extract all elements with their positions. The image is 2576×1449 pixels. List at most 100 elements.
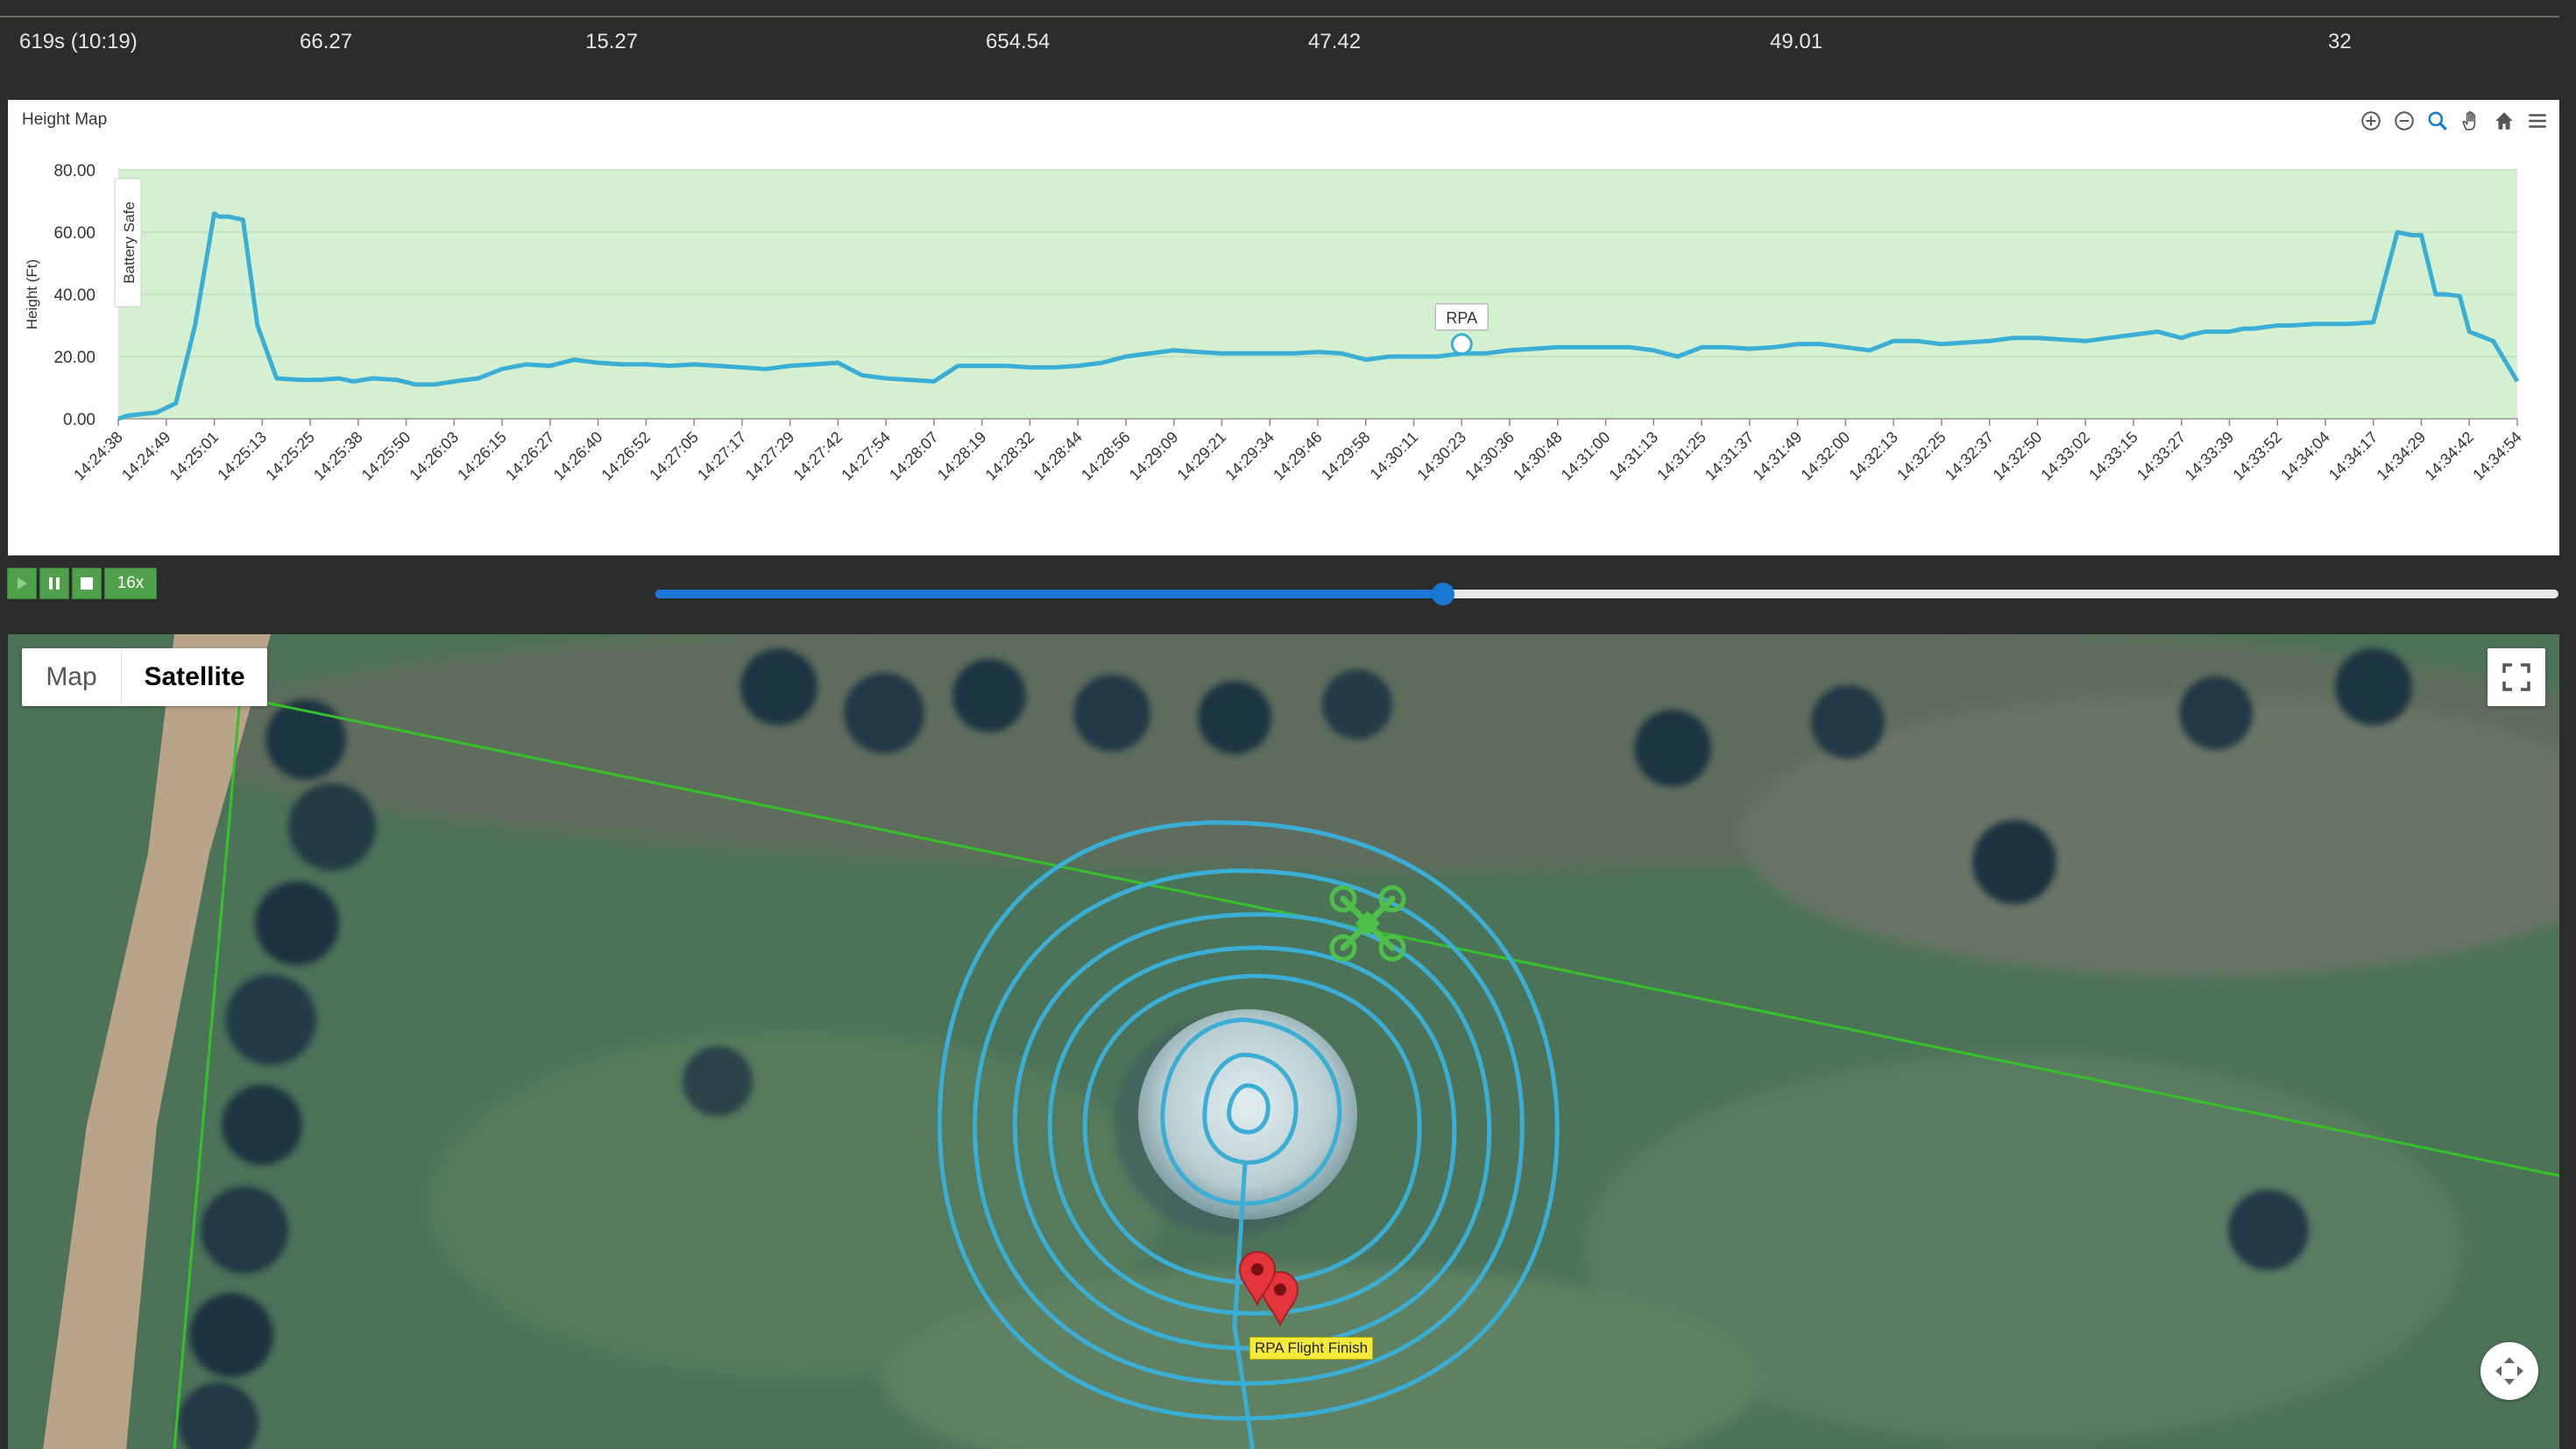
x-tick-label: 14:30:23 <box>1413 428 1469 484</box>
stop-button[interactable] <box>72 568 102 599</box>
fullscreen-button[interactable] <box>2488 648 2545 706</box>
x-tick-label: 14:26:27 <box>502 428 558 484</box>
satellite-map[interactable]: RPA Flight Finish Map Satellite <box>8 634 2559 1449</box>
x-tick-label: 14:30:48 <box>1510 428 1566 484</box>
zoom-in-icon[interactable] <box>2358 108 2384 134</box>
stat-value-6: 49.01 <box>1770 30 1823 53</box>
stat-distance: 654.54 <box>986 30 1051 53</box>
x-tick-label: 14:25:25 <box>262 428 318 484</box>
x-tick-label: 14:25:50 <box>358 428 414 484</box>
x-tick-label: 14:31:13 <box>1605 428 1661 484</box>
x-tick-label: 14:34:17 <box>2325 428 2381 484</box>
water-tank <box>1138 1009 1357 1219</box>
x-tick-label: 14:33:39 <box>2182 428 2238 484</box>
timeline-thumb[interactable] <box>1432 583 1455 605</box>
x-tick-label: 14:25:13 <box>214 428 270 484</box>
x-tick-label: 14:25:38 <box>310 428 366 484</box>
flight-finish-label: RPA Flight Finish <box>1249 1337 1374 1360</box>
height-chart[interactable]: 80.00 60.00 40.00 20.00 0.00 Height (Ft) Batte… <box>8 100 2559 555</box>
x-tick-label: 14:27:29 <box>742 428 798 484</box>
y-tick-label: 40.00 <box>53 286 96 305</box>
x-tick-label: 14:33:15 <box>2085 428 2141 484</box>
x-tick-label: 14:33:02 <box>2037 428 2093 484</box>
zoom-out-icon[interactable] <box>2391 108 2417 134</box>
x-tick-label: 14:32:13 <box>1845 428 1901 484</box>
x-tick-label: 14:32:00 <box>1797 428 1853 484</box>
x-tick-label: 14:28:19 <box>934 428 990 484</box>
x-tick-label: 14:25:01 <box>166 428 223 484</box>
stats-strip: 619s (10:19) 66.27 15.27 654.54 47.42 49… <box>0 0 2576 95</box>
pan-hand-icon[interactable] <box>2458 108 2484 134</box>
x-tick-label: 14:31:49 <box>1750 428 1806 484</box>
band-label: Battery Safe <box>121 201 138 284</box>
pause-button[interactable] <box>39 568 69 599</box>
map-type-control: Map Satellite <box>22 648 267 706</box>
menu-icon[interactable] <box>2524 108 2551 134</box>
y-axis-label: Height (Ft) <box>24 259 40 329</box>
x-tick-label: 14:27:05 <box>646 428 702 484</box>
x-tick-label: 14:31:00 <box>1558 428 1614 484</box>
x-tick-label: 14:34:42 <box>2421 428 2477 484</box>
x-tick-label: 14:30:11 <box>1367 428 1422 484</box>
home-reset-icon[interactable] <box>2491 108 2517 134</box>
map-type-satellite-button[interactable]: Satellite <box>122 648 267 706</box>
x-tick-label: 14:28:07 <box>886 428 942 484</box>
x-tick-label: 14:28:56 <box>1078 428 1134 484</box>
x-tick-label: 14:26:03 <box>406 428 462 484</box>
x-tick-label: 14:24:49 <box>118 428 174 484</box>
y-tick-label: 60.00 <box>53 224 96 243</box>
playback-controls: 16x <box>7 568 157 601</box>
y-tick-label: 80.00 <box>53 162 96 180</box>
x-tick-label: 14:34:04 <box>2277 428 2333 484</box>
pause-icon <box>49 577 60 590</box>
stat-count: 32 <box>2328 30 2352 53</box>
x-tick-label: 14:26:52 <box>598 428 654 484</box>
stat-max-height: 66.27 <box>300 30 353 53</box>
stop-icon <box>81 577 93 590</box>
stat-max-speed: 47.42 <box>1308 30 1362 53</box>
x-tick-label: 14:34:29 <box>2374 428 2430 484</box>
fullscreen-icon <box>2502 663 2530 691</box>
playback-timeline-slider[interactable] <box>655 579 2558 609</box>
x-tick-label: 14:31:25 <box>1653 428 1709 484</box>
stats-divider <box>0 16 2559 18</box>
x-tick-label: 14:31:37 <box>1702 428 1758 484</box>
stat-duration: 619s (10:19) <box>19 30 138 53</box>
play-button[interactable] <box>7 568 37 599</box>
rpa-label: RPA <box>1446 309 1477 327</box>
y-tick-label: 20.00 <box>53 349 96 367</box>
zoom-select-icon[interactable] <box>2424 108 2451 134</box>
map-type-map-button[interactable]: Map <box>22 648 122 706</box>
x-tick-label: 14:29:46 <box>1270 428 1326 484</box>
x-tick-label: 14:32:25 <box>1893 428 1950 484</box>
camera-control-button[interactable] <box>2480 1342 2538 1400</box>
stat-avg-height: 15.27 <box>585 30 639 53</box>
x-tick-label: 14:24:38 <box>70 428 126 484</box>
camera-control-icon <box>2495 1357 2523 1385</box>
chart-toolbar <box>2358 105 2551 137</box>
play-icon <box>18 577 27 590</box>
x-tick-label: 14:29:09 <box>1126 428 1182 484</box>
x-tick-label: 14:32:37 <box>1942 428 1998 484</box>
x-tick-label: 14:29:34 <box>1221 428 1277 484</box>
chart-title: Height Map <box>22 110 108 129</box>
x-tick-label: 14:27:54 <box>838 428 894 484</box>
speed-button[interactable]: 16x <box>104 568 157 599</box>
x-tick-label: 14:30:36 <box>1461 428 1518 484</box>
x-tick-label: 14:33:27 <box>2134 428 2190 484</box>
x-tick-label: 14:32:50 <box>1990 428 2046 484</box>
x-tick-label: 14:27:17 <box>694 428 750 484</box>
height-map-panel: 80.00 60.00 40.00 20.00 0.00 Height (Ft) Batte… <box>8 100 2559 555</box>
timeline-progress <box>655 590 1444 598</box>
x-tick-label: 14:34:54 <box>2469 428 2525 484</box>
y-tick-label: 0.00 <box>63 411 96 429</box>
rpa-position-marker <box>1450 333 1473 356</box>
x-tick-label: 14:28:44 <box>1030 428 1086 484</box>
x-tick-label: 14:26:40 <box>550 428 606 484</box>
map-canvas[interactable] <box>8 634 2559 1449</box>
x-tick-label: 14:27:42 <box>790 428 846 484</box>
x-tick-label: 14:29:21 <box>1174 428 1230 484</box>
x-tick-label: 14:28:32 <box>982 428 1038 484</box>
x-tick-label: 14:29:58 <box>1318 428 1374 484</box>
x-tick-label: 14:26:15 <box>454 428 510 484</box>
